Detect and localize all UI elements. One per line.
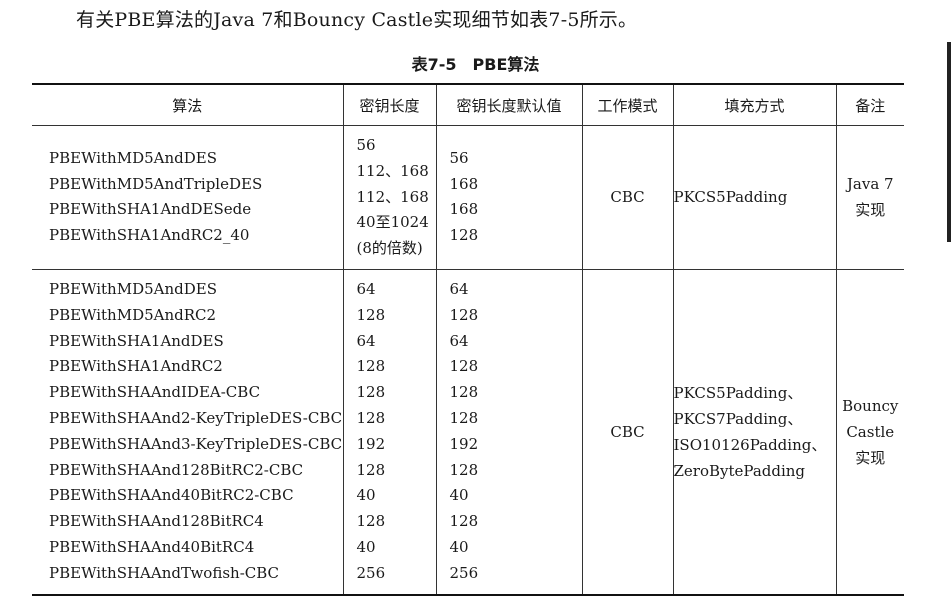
note-cell: Java 7 实现 xyxy=(835,125,904,270)
header-row: 算法 密钥长度 密钥长度默认值 工作模式 填充方式 备注 xyxy=(32,84,904,126)
cell-line: 40至1024 xyxy=(356,213,429,232)
cell-line: 128 xyxy=(449,383,479,402)
header-note: 备注 xyxy=(835,84,904,126)
cell-line: 168 xyxy=(449,174,479,193)
cell-line: 112、168 xyxy=(356,161,429,180)
cell-line: PBEWithSHAAnd40BitRC2-CBC xyxy=(49,486,294,505)
cell-line: PBEWithSHAAnd128BitRC4 xyxy=(49,512,264,531)
cell-line: 128 xyxy=(356,383,386,402)
cell-line: Castle xyxy=(846,422,895,441)
cell-line: 实现 xyxy=(855,201,886,220)
cell-line: 128 xyxy=(449,408,479,427)
cell-line: PBEWithSHAAnd40BitRC4 xyxy=(49,537,255,556)
table-caption: 表7-5 PBE算法 xyxy=(411,55,540,74)
padding-cell: PKCS5Padding、 PKCS7Padding、 ISO10126Paddin… xyxy=(672,269,836,595)
cell-line: 64 xyxy=(449,279,469,298)
cell-line: PBEWithMD5AndTripleDES xyxy=(49,174,263,193)
cell-line: Java 7 xyxy=(846,175,894,194)
cell-line: 56 xyxy=(449,148,469,167)
group-bouncy-castle: PBEWithMD5AndDES PBEWithMD5AndRC2 PBEWithS… xyxy=(32,269,904,595)
note-cell: Bouncy Castle 实现 xyxy=(835,269,904,595)
cell-line: PKCS5Padding、 xyxy=(673,383,803,402)
cell-line: 168 xyxy=(449,200,479,219)
scan-edge-mark xyxy=(947,42,951,242)
intro-paragraph: 有关PBE算法的Java 7和Bouncy Castle实现细节如表7-5所示。 xyxy=(76,9,638,31)
cell-line: 112、168 xyxy=(356,187,429,206)
cell-line: 64 xyxy=(356,279,376,298)
cell-line: PBEWithMD5AndRC2 xyxy=(49,305,217,324)
cell-line: PBEWithSHA1AndDESede xyxy=(49,200,252,219)
cell-line: 128 xyxy=(356,305,386,324)
cell-line: 实现 xyxy=(855,448,886,467)
cell-line: 128 xyxy=(356,357,386,376)
cell-line: 64 xyxy=(449,331,469,350)
cell-line: PBEWithSHA1AndRC2_40 xyxy=(49,226,250,245)
cell-line: PBEWithSHAAnd128BitRC2-CBC xyxy=(49,460,304,479)
header-mode: 工作模式 xyxy=(581,84,673,126)
algorithm-cell: PBEWithMD5AndDES PBEWithMD5AndRC2 PBEWithS… xyxy=(32,269,343,594)
header-key-length: 密钥长度 xyxy=(342,84,436,126)
cell-line: (8的倍数) xyxy=(356,239,423,258)
cell-line: 128 xyxy=(449,460,479,479)
cell-line: 256 xyxy=(449,563,479,582)
cell-line: 256 xyxy=(356,563,386,582)
cell-line: 128 xyxy=(449,357,479,376)
cell-line: PBEWithMD5AndDES xyxy=(49,148,217,167)
header-padding: 填充方式 xyxy=(672,84,836,126)
cell-line: 128 xyxy=(356,460,386,479)
mode-cell: CBC xyxy=(581,125,673,270)
mode-cell: CBC xyxy=(581,269,673,595)
group-java7: PBEWithMD5AndDES PBEWithMD5AndTripleDES PB… xyxy=(32,125,904,270)
cell-line: 192 xyxy=(449,434,479,453)
algorithm-cell: PBEWithMD5AndDES PBEWithMD5AndTripleDES PB… xyxy=(32,125,343,270)
cell-line: 128 xyxy=(449,305,479,324)
cell-line: 40 xyxy=(449,537,469,556)
cell-line: ISO10126Padding、 xyxy=(673,435,827,454)
cell-line: PBEWithSHA1AndRC2 xyxy=(49,357,223,376)
cell-line: 128 xyxy=(449,512,479,531)
cell-line: 40 xyxy=(356,486,376,505)
cell-line: 192 xyxy=(356,434,386,453)
cell-line: PKCS7Padding、 xyxy=(673,409,803,428)
header-algorithm: 算法 xyxy=(32,84,343,126)
key-length-cell: 64 128 64 128 128 128 192 128 40 128 40 256 xyxy=(342,269,436,595)
cell-line: ZeroBytePadding xyxy=(673,461,806,480)
cell-line: 56 xyxy=(356,136,376,154)
cell-line: 64 xyxy=(356,331,376,350)
cell-line: 40 xyxy=(356,537,376,556)
default-key-length-cell: 56 168 168 128 xyxy=(435,125,582,270)
cell-line: 128 xyxy=(356,512,386,531)
cell-line: 128 xyxy=(356,408,386,427)
default-key-length-cell: 64 128 64 128 128 128 192 128 40 128 40 256 xyxy=(435,269,582,595)
cell-line: PBEWithSHAAndIDEA-CBC xyxy=(49,383,261,402)
cell-line: PBEWithMD5AndDES xyxy=(49,279,217,298)
cell-line: PKCS5Padding xyxy=(673,188,788,207)
header-default-key-length: 密钥长度默认值 xyxy=(435,84,582,126)
cell-line: Bouncy xyxy=(842,396,899,415)
pbe-table: 算法 密钥长度 密钥长度默认值 工作模式 填充方式 备注 PBEWithMD5A… xyxy=(32,83,904,596)
key-length-cell: 56 112、168 112、168 40至1024 (8的倍数) xyxy=(342,125,436,270)
cell-line: 128 xyxy=(449,226,479,245)
padding-cell: PKCS5Padding xyxy=(672,125,836,270)
cell-line: 40 xyxy=(449,486,469,505)
cell-line: PBEWithSHAAnd2-KeyTripleDES-CBC xyxy=(49,408,343,427)
cell-line: PBEWithSHA1AndDES xyxy=(49,331,224,350)
cell-line: PBEWithSHAAndTwofish-CBC xyxy=(49,563,280,582)
cell-line: PBEWithSHAAnd3-KeyTripleDES-CBC xyxy=(49,434,343,453)
